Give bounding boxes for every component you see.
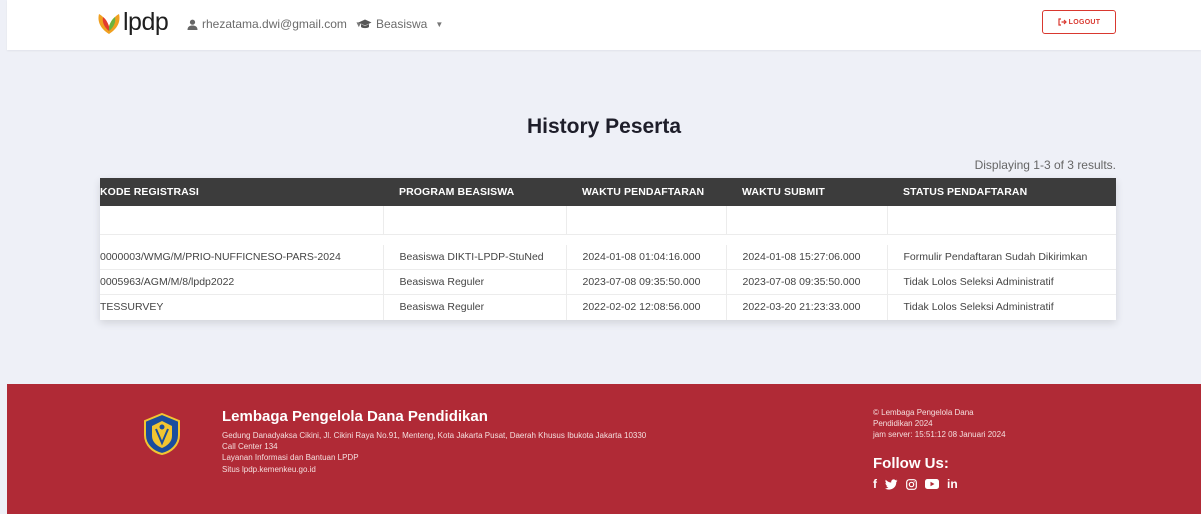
- filter-waktu-pendaftaran[interactable]: [566, 206, 726, 234]
- copyright-line-2: Pendidikan 2024: [873, 418, 933, 428]
- beasiswa-label: Beasiswa: [376, 17, 428, 31]
- footer-address: Gedung Danadyaksa Cikini, Jl. Cikini Ray…: [222, 431, 647, 440]
- filter-status-pendaftaran[interactable]: [887, 206, 1116, 234]
- filter-kode-registrasi[interactable]: [100, 206, 383, 234]
- column-header-status-pendaftaran[interactable]: STATUS PENDAFTARAN: [887, 178, 1116, 206]
- site-footer: Lembaga Pengelola Dana Pendidikan Gedung…: [7, 384, 1201, 514]
- cell-waktu-pendaftaran: 2024-01-08 01:04:16.000: [565, 244, 726, 270]
- filter-row: [100, 206, 1116, 235]
- column-header-program-beasiswa[interactable]: PROGRAM BEASISWA: [383, 178, 566, 206]
- youtube-icon[interactable]: [925, 479, 939, 489]
- footer-site-link[interactable]: Situs lpdp.kemenkeu.go.id: [222, 464, 646, 475]
- filter-program-beasiswa[interactable]: [383, 206, 566, 234]
- table-row: TESSURVEY Beasiswa Reguler 2022-02-02 12…: [100, 294, 1116, 320]
- cell-kode-registrasi: 0000003/WMG/M/PRIO-NUFFICNESO-PARS-2024: [100, 244, 383, 270]
- footer-copyright: © Lembaga Pengelola Dana Pendidikan 2024…: [873, 408, 1006, 440]
- footer-call-center: Call Center 134: [222, 442, 278, 452]
- cell-program-beasiswa: Beasiswa Reguler: [382, 294, 566, 320]
- column-header-waktu-submit[interactable]: WAKTU SUBMIT: [726, 178, 887, 206]
- cell-waktu-pendaftaran: 2023-07-08 09:35:50.000: [565, 269, 726, 295]
- facebook-icon[interactable]: f: [873, 477, 877, 491]
- graduation-cap-icon: [358, 19, 372, 28]
- cell-status-pendaftaran: Formulir Pendaftaran Sudah Dikirimkan: [886, 244, 1116, 270]
- table-spacer: [100, 234, 1116, 245]
- logout-label: LOGOUT: [1068, 18, 1101, 26]
- footer-contact-info: Gedung Danadyaksa Cikini, Jl. Cikini Ray…: [222, 430, 646, 475]
- brand-name: lpdp: [123, 8, 169, 36]
- logout-button[interactable]: LOGOUT: [1042, 10, 1116, 34]
- twitter-icon[interactable]: [885, 478, 898, 490]
- cell-status-pendaftaran: Tidak Lolos Seleksi Administratif: [886, 294, 1116, 320]
- user-email: rhezatama.dwi@gmail.com: [202, 17, 347, 31]
- cell-status-pendaftaran: Tidak Lolos Seleksi Administratif: [886, 269, 1116, 295]
- footer-help-service: Layanan Informasi dan Bantuan LPDP: [222, 453, 359, 463]
- results-summary: Displaying 1-3 of 3 results.: [974, 158, 1116, 172]
- sign-out-icon: [1058, 18, 1067, 26]
- footer-org-name: Lembaga Pengelola Dana Pendidikan: [222, 408, 488, 425]
- table-row: 0005963/AGM/M/8/lpdp2022 Beasiswa Regule…: [100, 269, 1116, 295]
- lpdp-logo-icon: [98, 14, 120, 34]
- cell-program-beasiswa: Beasiswa Reguler: [382, 269, 566, 295]
- filter-waktu-submit[interactable]: [726, 206, 887, 234]
- cell-waktu-submit: 2022-03-20 21:23:33.000: [725, 294, 887, 320]
- cell-kode-registrasi: 0005963/AGM/M/8/lpdp2022: [100, 269, 383, 295]
- cell-program-beasiswa: Beasiswa DIKTI-LPDP-StuNed: [382, 244, 566, 270]
- table-row: 0000003/WMG/M/PRIO-NUFFICNESO-PARS-2024 …: [100, 244, 1116, 270]
- linkedin-icon[interactable]: in: [947, 477, 958, 491]
- user-menu[interactable]: rhezatama.dwi@gmail.com ▼: [187, 17, 363, 31]
- column-header-kode-registrasi[interactable]: KODE REGISTRASI: [100, 178, 383, 206]
- column-header-waktu-pendaftaran[interactable]: WAKTU PENDAFTARAN: [566, 178, 726, 206]
- chevron-down-icon: ▼: [435, 19, 444, 29]
- server-time: jam server: 15:51:12 08 Januari 2024: [873, 429, 1006, 439]
- follow-us-heading: Follow Us:: [873, 455, 949, 472]
- instagram-icon[interactable]: [906, 478, 917, 490]
- brand-logo[interactable]: lpdp: [96, 8, 169, 36]
- beasiswa-menu[interactable]: Beasiswa ▼: [358, 17, 443, 31]
- table-header-row: KODE REGISTRASI PROGRAM BEASISWA WAKTU P…: [100, 178, 1116, 206]
- cell-waktu-submit: 2024-01-08 15:27:06.000: [725, 244, 887, 270]
- kemenkeu-emblem-icon: [144, 413, 180, 455]
- cell-waktu-pendaftaran: 2022-02-02 12:08:56.000: [565, 294, 726, 320]
- page-title: History Peserta: [526, 115, 682, 138]
- social-links: f in: [873, 477, 958, 491]
- top-navbar: lpdp rhezatama.dwi@gmail.com ▼ Beasiswa …: [7, 0, 1201, 50]
- user-icon: [187, 19, 198, 30]
- copyright-line-1: © Lembaga Pengelola Dana: [873, 408, 974, 417]
- cell-kode-registrasi: TESSURVEY: [100, 301, 164, 314]
- history-table: KODE REGISTRASI PROGRAM BEASISWA WAKTU P…: [100, 178, 1116, 320]
- cell-waktu-submit: 2023-07-08 09:35:50.000: [725, 269, 887, 295]
